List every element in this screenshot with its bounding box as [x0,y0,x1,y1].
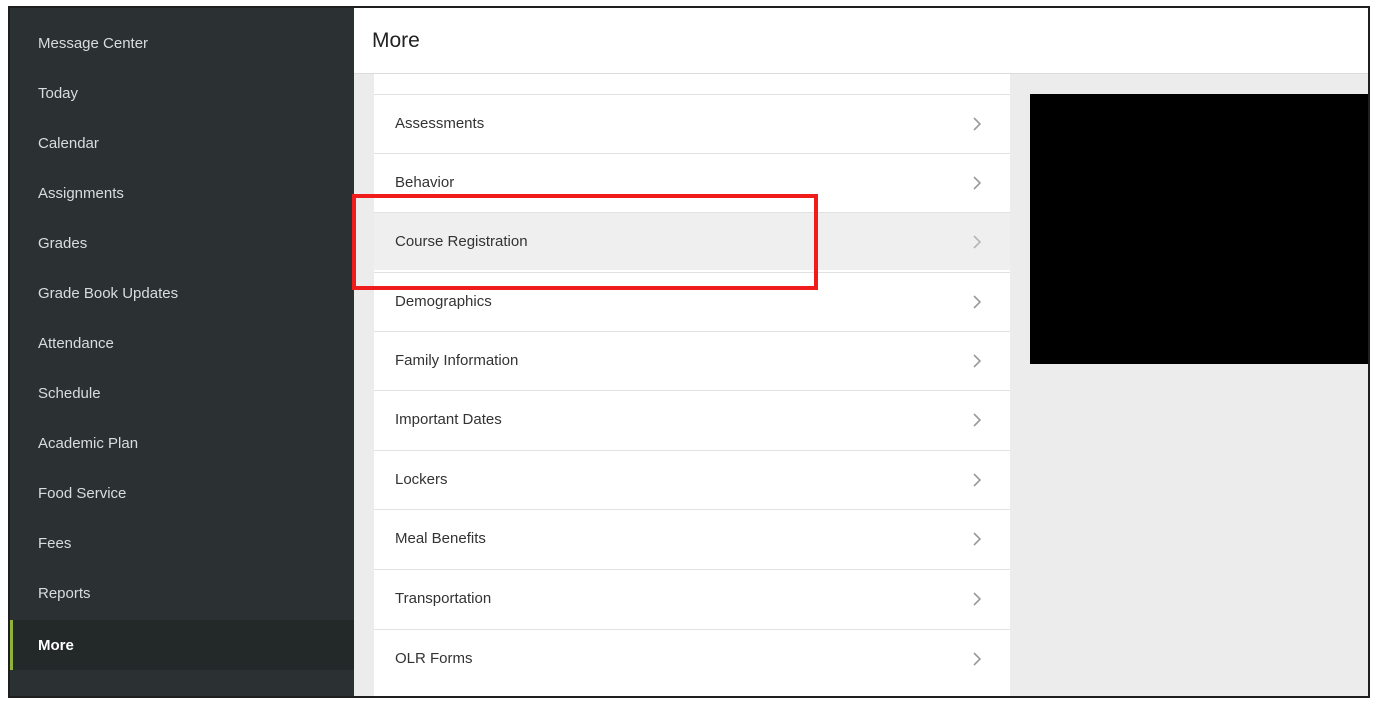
sidebar-item-label: Food Service [38,484,127,502]
list-item-course-registration[interactable]: Course Registration [374,212,1010,270]
sidebar-item-label: Fees [38,534,72,552]
chevron-right-icon [956,591,998,606]
sidebar-item-grades[interactable]: Grades [10,218,354,268]
list-item-label: Behavior [395,174,455,191]
redacted-panel [1030,94,1368,364]
list-item-label: OLR Forms [395,650,473,667]
sidebar-item-food-service[interactable]: Food Service [10,468,354,518]
chevron-right-icon [956,175,998,190]
sidebar: Message Center Today Calendar Assignment… [10,8,354,696]
sidebar-item-label: Reports [38,584,91,602]
sidebar-item-more[interactable]: More [10,620,354,670]
sidebar-item-today[interactable]: Today [10,68,354,118]
list-item-assessments[interactable]: Assessments [374,94,1010,152]
list-item-demographics[interactable]: Demographics [374,272,1010,330]
sidebar-item-assignments[interactable]: Assignments [10,168,354,218]
sidebar-item-schedule[interactable]: Schedule [10,368,354,418]
list-item-behavior[interactable]: Behavior [374,153,1010,211]
page-title: More [372,28,420,52]
sidebar-item-label: Grade Book Updates [38,284,179,302]
chevron-right-icon [956,412,998,427]
chevron-right-icon [956,651,998,666]
sidebar-item-attendance[interactable]: Attendance [10,318,354,368]
app-window: Message Center Today Calendar Assignment… [8,6,1370,698]
list-item-label: Lockers [395,471,448,488]
page-header: More [354,8,1368,74]
list-item-meal-benefits[interactable]: Meal Benefits [374,509,1010,567]
sidebar-item-label: Assignments [38,184,124,202]
sidebar-item-fees[interactable]: Fees [10,518,354,568]
chevron-right-icon [956,472,998,487]
list-item-family-information[interactable]: Family Information [374,331,1010,389]
chevron-right-icon [956,294,998,309]
list-item-label: Family Information [395,352,519,369]
sidebar-item-label: More [38,636,74,654]
list-item-label: Meal Benefits [395,530,486,547]
content-area: Assessments Behavior Course Registration… [354,74,1368,696]
sidebar-item-label: Schedule [38,384,101,402]
list-item-olr-forms[interactable]: OLR Forms [374,629,1010,687]
sidebar-item-grade-book-updates[interactable]: Grade Book Updates [10,268,354,318]
list-item-label: Demographics [395,293,492,310]
sidebar-item-label: Calendar [38,134,99,152]
more-menu-list: Assessments Behavior Course Registration… [374,74,1010,696]
list-item-label: Assessments [395,115,485,132]
list-item-important-dates[interactable]: Important Dates [374,390,1010,448]
sidebar-item-label: Grades [38,234,88,252]
list-item-label: Course Registration [395,233,528,250]
chevron-right-icon [956,531,998,546]
sidebar-item-label: Academic Plan [38,434,139,452]
sidebar-item-label: Today [38,84,79,102]
chevron-right-icon [956,234,998,249]
sidebar-item-reports[interactable]: Reports [10,568,354,618]
list-item-label: Transportation [395,590,492,607]
list-item-transportation[interactable]: Transportation [374,569,1010,627]
sidebar-item-message-center[interactable]: Message Center [10,18,354,68]
list-item-label: Important Dates [395,411,502,428]
sidebar-item-calendar[interactable]: Calendar [10,118,354,168]
chevron-right-icon [956,353,998,368]
list-item-lockers[interactable]: Lockers [374,450,1010,508]
sidebar-item-label: Attendance [38,334,114,352]
chevron-right-icon [956,116,998,131]
sidebar-item-academic-plan[interactable]: Academic Plan [10,418,354,468]
sidebar-item-label: Message Center [38,34,149,52]
